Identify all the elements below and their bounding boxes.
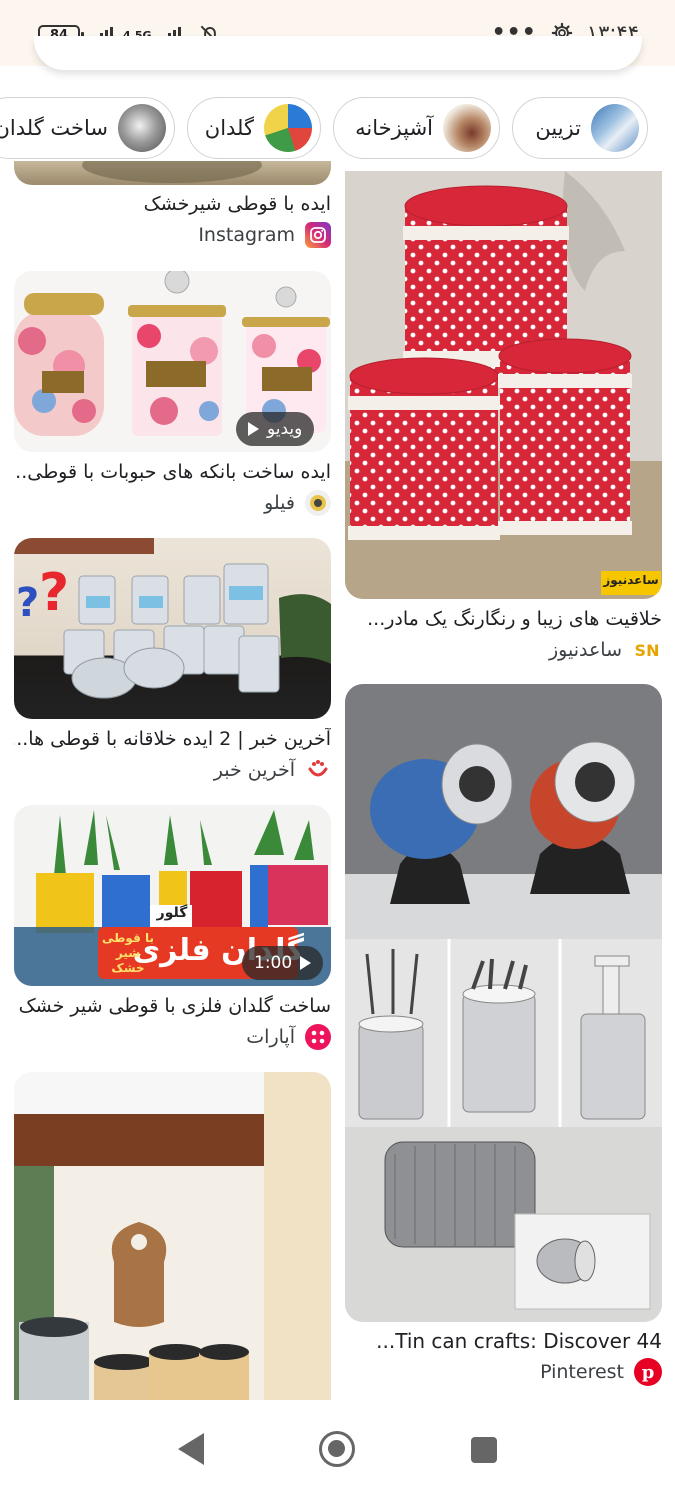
chip-decoration[interactable]: تزیین: [512, 97, 648, 159]
tin-can-crafts-image: [345, 684, 662, 1322]
image-brand-text: گلور: [156, 905, 188, 921]
image-caption-sub: با قوطی شیر خشک: [101, 931, 154, 975]
pin-source[interactable]: SN ساعدنیوز: [549, 637, 662, 663]
chip-vase[interactable]: گلدان: [187, 97, 321, 159]
chip-label: ساخت گلدان: [0, 116, 108, 140]
filo-icon: [305, 490, 331, 516]
pin-title[interactable]: ایده ساخت بانکه های حبوبات با قوطی...: [14, 461, 331, 483]
image-remnant: [82, 161, 262, 183]
pin-source[interactable]: آپارات: [246, 1024, 331, 1050]
pin-source[interactable]: p Pinterest: [540, 1358, 662, 1386]
kitchen-shelf-image: [14, 1072, 331, 1400]
pin-title[interactable]: ساخت گلدان فلزی با قوطی شیر خشک ...: [14, 995, 331, 1017]
watermark: ساعدنیوز: [603, 573, 659, 587]
search-bar[interactable]: [34, 36, 642, 70]
chip-label: گلدان: [204, 116, 254, 140]
play-icon: [248, 422, 259, 436]
source-label: آخرین خبر: [213, 759, 295, 781]
suggestion-chips: تزیین آشپزخانه گلدان ساخت گلدان: [0, 97, 675, 161]
pin-title[interactable]: خلاقیت های زیبا و رنگارنگ یک مادر...: [345, 608, 662, 630]
pin-title[interactable]: ایده با قوطی شیرخشک: [14, 193, 331, 215]
pin-image[interactable]: ? ?: [14, 538, 331, 719]
chip-thumbnail: [591, 104, 639, 152]
pin-title[interactable]: آخرین خبر | 2 ایده خلاقانه با قوطی ها...: [14, 728, 331, 750]
pin-source[interactable]: فیلو: [264, 490, 331, 516]
saednews-icon: SN: [632, 637, 662, 663]
chip-thumbnail: [118, 104, 166, 152]
polka-dot-cans-image: [345, 171, 662, 599]
chip-thumbnail: [264, 104, 312, 152]
source-label: ساعدنیوز: [548, 639, 622, 661]
chip-label: آشپزخانه: [355, 116, 433, 140]
pin-image[interactable]: [345, 684, 662, 1322]
video-badge: ویدیو: [236, 412, 315, 446]
source-label: Instagram: [198, 224, 295, 246]
pin-image[interactable]: ساعدنیوز: [345, 171, 662, 599]
chip-make-vase[interactable]: ساخت گلدان: [0, 97, 175, 159]
svg-text:?: ?: [39, 563, 69, 623]
chip-thumbnail: [443, 104, 491, 152]
pin-title[interactable]: Tin can crafts: Discover 44...: [345, 1329, 662, 1353]
recent-apps-icon[interactable]: [471, 1437, 497, 1463]
pin-image[interactable]: ویدیو: [14, 271, 331, 452]
pin-image[interactable]: [14, 161, 331, 185]
chip-label: تزیین: [535, 116, 581, 140]
akharin-khabar-icon: [305, 757, 331, 783]
pin-image[interactable]: گلدان فلزی با قوطی شیر خشک گلور 1:00: [14, 805, 331, 986]
play-icon: [300, 956, 312, 970]
source-label: آپارات: [246, 1026, 295, 1048]
back-icon[interactable]: [178, 1433, 204, 1465]
source-label: فیلو: [264, 492, 295, 514]
badge-label: 1:00: [254, 953, 293, 973]
pin-source[interactable]: آخرین خبر: [214, 757, 331, 783]
badge-label: ویدیو: [267, 419, 303, 439]
video-duration-badge: 1:00: [242, 946, 324, 980]
pin-image[interactable]: [14, 1072, 331, 1400]
aparat-icon: [305, 1024, 331, 1050]
svg-text:?: ?: [16, 580, 39, 626]
cans-image: ? ?: [14, 538, 331, 699]
pin-source[interactable]: Instagram: [198, 222, 331, 248]
source-label: Pinterest: [540, 1361, 624, 1383]
chip-kitchen[interactable]: آشپزخانه: [333, 97, 500, 159]
system-nav-bar: [0, 1400, 675, 1500]
home-icon[interactable]: [319, 1431, 355, 1467]
instagram-icon: [305, 222, 331, 248]
pinterest-icon: p: [634, 1358, 662, 1386]
